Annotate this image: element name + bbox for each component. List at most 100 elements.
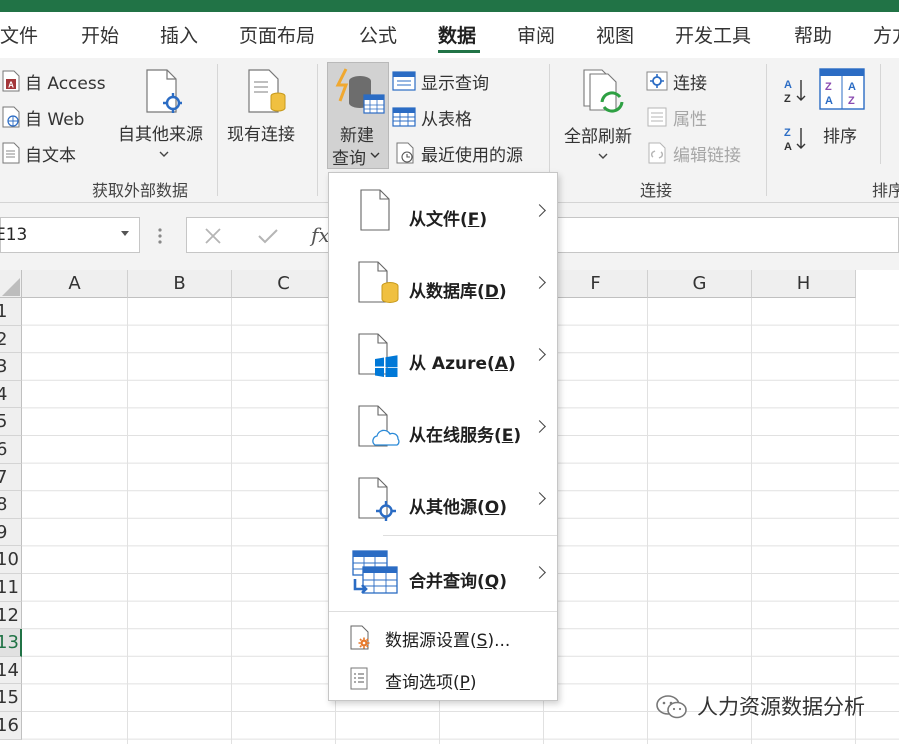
new-query-label-1: 新建 — [340, 126, 374, 146]
combine-queries-icon — [352, 550, 398, 594]
enter-check-icon[interactable] — [257, 226, 279, 246]
tab-home[interactable]: 开始 — [81, 21, 119, 48]
tab-review[interactable]: 审阅 — [517, 21, 555, 48]
sort-ascending-button[interactable]: A Z — [782, 76, 808, 106]
options-list-icon — [350, 667, 368, 690]
menu-item-from-database[interactable]: 从数据库(D) — [329, 245, 557, 317]
show-queries-button[interactable]: 显示查询 — [392, 68, 512, 94]
access-icon: A — [2, 70, 20, 92]
svg-text:Z: Z — [848, 95, 855, 107]
chevron-down-icon — [159, 151, 169, 157]
edit-links-button[interactable]: 编辑链接 — [646, 140, 756, 166]
from-web-label: 自 Web — [25, 110, 85, 130]
sort-button[interactable]: Z A A Z 排序 — [816, 64, 868, 148]
ribbon-separator — [217, 64, 218, 196]
database-icon — [358, 261, 399, 303]
menu-label: 查询选项(P) — [385, 673, 477, 693]
name-box-dropdown-icon[interactable] — [121, 231, 129, 236]
sort-az-icon: A Z — [784, 79, 806, 105]
more-options-icon — [158, 228, 162, 244]
tab-formulas[interactable]: 公式 — [359, 21, 397, 48]
watermark: 人力资源数据分析 — [655, 690, 895, 722]
sort-za-icon: Z A — [784, 127, 806, 153]
group-label-sort: 排序 — [872, 181, 899, 200]
tab-insert[interactable]: 插入 — [160, 21, 198, 48]
from-text-button[interactable]: 自文本 — [0, 140, 112, 166]
menu-separator — [383, 535, 557, 536]
title-bar — [0, 0, 899, 12]
refresh-all-button[interactable]: 全部刷新 — [560, 64, 642, 172]
menu-item-from-online-services[interactable]: 从在线服务(E) — [329, 389, 557, 461]
chevron-right-icon — [533, 348, 546, 361]
recent-sources-icon — [396, 142, 414, 164]
sort-dialog-icon: Z A A Z — [819, 68, 865, 110]
name-box-value: E13 — [0, 225, 28, 245]
wechat-icon — [656, 695, 687, 719]
chevron-right-icon — [533, 204, 546, 217]
chevron-right-icon — [533, 492, 546, 505]
web-icon — [2, 106, 20, 128]
cancel-icon[interactable] — [203, 226, 223, 246]
svg-text:Z: Z — [784, 127, 791, 139]
cloud-icon — [358, 405, 400, 447]
text-file-icon — [2, 142, 20, 164]
tab-data[interactable]: 数据 — [438, 21, 476, 48]
menu-item-from-file[interactable]: 从文件(F) — [329, 173, 557, 245]
existing-connections-label: 现有连接 — [227, 125, 295, 145]
from-other-sources-label: 自其他来源 — [118, 125, 203, 145]
tab-help[interactable]: 帮助 — [794, 21, 832, 48]
menu-label: 从在线服务(E) — [409, 426, 522, 446]
azure-icon — [358, 333, 398, 377]
edit-links-label: 编辑链接 — [673, 146, 741, 166]
file-icon — [360, 189, 390, 231]
from-access-button[interactable]: A 自 Access — [0, 68, 112, 94]
show-queries-label: 显示查询 — [421, 74, 489, 94]
connections-icon — [646, 71, 668, 91]
sort-descending-button[interactable]: Z A — [782, 124, 808, 154]
properties-label: 属性 — [673, 110, 707, 130]
chevron-down-icon — [598, 153, 608, 159]
insert-function-icon[interactable]: fx — [311, 223, 330, 247]
show-queries-icon — [392, 71, 416, 91]
other-sources-icon — [358, 477, 396, 521]
svg-text:A: A — [784, 79, 792, 91]
from-table-button[interactable]: 从表格 — [392, 104, 492, 130]
menu-item-data-source-settings[interactable]: 数据源设置(S)... — [329, 617, 557, 657]
new-query-button[interactable]: 新建 查询 — [327, 62, 389, 169]
connections-button[interactable]: 连接 — [646, 68, 736, 94]
tab-fangfang[interactable]: 方方 — [873, 21, 899, 48]
svg-text:A: A — [848, 81, 856, 93]
name-box[interactable]: E13 — [0, 217, 140, 253]
tab-view[interactable]: 视图 — [596, 21, 634, 48]
other-sources-icon — [146, 69, 182, 113]
properties-icon — [647, 107, 667, 127]
tab-file[interactable]: 文件 — [0, 21, 38, 48]
group-label-get-external: 获取外部数据 — [92, 181, 189, 200]
menu-item-from-other-sources[interactable]: 从其他源(O) — [329, 461, 557, 533]
tab-developer[interactable]: 开发工具 — [675, 21, 751, 48]
new-query-icon — [335, 68, 385, 114]
watermark-text: 人力资源数据分析 — [697, 695, 865, 719]
from-web-button[interactable]: 自 Web — [0, 104, 112, 130]
existing-connections-icon — [248, 69, 286, 113]
svg-text:Z: Z — [825, 81, 832, 93]
ribbon-separator — [317, 64, 318, 196]
menu-item-combine-queries[interactable]: 合并查询(Q) — [329, 537, 557, 609]
menu-item-from-azure[interactable]: 从 Azure(A) — [329, 317, 557, 389]
existing-connections-button[interactable]: 现有连接 — [224, 64, 304, 145]
group-label-connections: 连接 — [640, 181, 673, 200]
properties-button[interactable]: 属性 — [646, 104, 736, 130]
menu-separator — [329, 611, 557, 612]
chevron-down-icon — [370, 152, 380, 158]
recent-sources-button[interactable]: 最近使用的源 — [392, 140, 542, 166]
settings-file-icon — [350, 625, 370, 650]
refresh-all-label: 全部刷新 — [564, 127, 632, 147]
tab-page-layout[interactable]: 页面布局 — [239, 21, 315, 48]
chevron-right-icon — [533, 420, 546, 433]
menu-item-query-options[interactable]: 查询选项(P) — [329, 659, 557, 699]
active-tab-indicator — [438, 50, 480, 53]
ribbon-separator — [766, 64, 767, 196]
menu-label: 合并查询(Q) — [409, 572, 508, 592]
from-other-sources-button[interactable]: 自其他来源 — [116, 64, 212, 172]
new-query-dropdown-menu: 从文件(F) 从数据库(D) 从 Azure(A) 从在线服务(E) 从其他源(… — [328, 172, 558, 701]
